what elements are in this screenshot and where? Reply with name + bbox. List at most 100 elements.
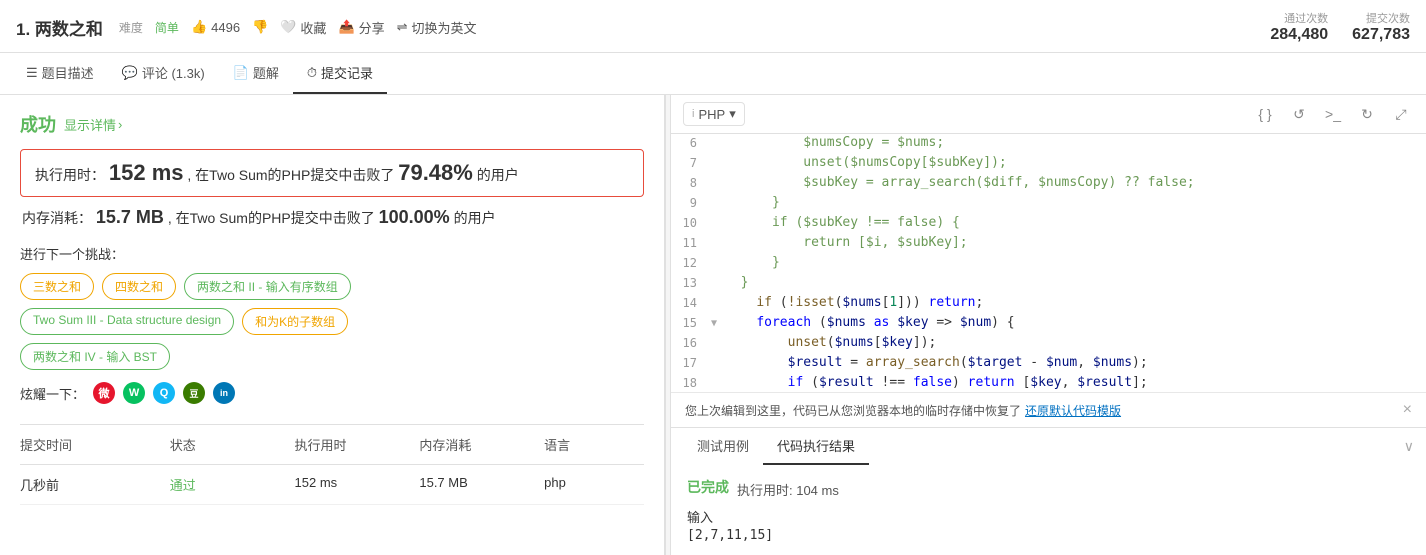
table-header: 提交时间 状态 执行用时 内存消耗 语言 — [20, 425, 644, 465]
left-panel: 成功 显示详情 › 执行用时： 152 ms , 在Two Sum的PHP提交中… — [0, 95, 665, 555]
pass-count-label: 通过次数 — [1284, 10, 1328, 26]
tag-4sum[interactable]: 四数之和 — [102, 273, 176, 300]
solutions-icon: 📄 — [233, 65, 249, 81]
col-status: 状态 — [170, 435, 295, 454]
success-label: 成功 — [20, 111, 56, 137]
tab-code-result[interactable]: 代码执行结果 — [763, 428, 869, 465]
challenge-title: 进行下一个挑战： — [20, 244, 644, 263]
code-line-6: 6 $numsCopy = $nums; — [671, 134, 1426, 154]
translate-icon: ⇌ — [397, 19, 408, 35]
code-line-13: 13 } — [671, 274, 1426, 294]
tag-3sum[interactable]: 三数之和 — [20, 273, 94, 300]
challenge-tags-row2: Two Sum III - Data structure design 和为K的… — [20, 308, 644, 335]
notification-text: 您上次编辑到这里，代码已从您浏览器本地的临时存储中恢复了 — [685, 402, 1021, 419]
tag-two-sum-iii[interactable]: Two Sum III - Data structure design — [20, 308, 234, 335]
terminal-icon[interactable]: >_ — [1320, 101, 1346, 127]
tag-2sum-sorted[interactable]: 两数之和 II - 输入有序数组 — [184, 273, 351, 300]
challenge-tags-row1: 三数之和 四数之和 两数之和 II - 输入有序数组 — [20, 273, 644, 300]
notification-close-button[interactable]: × — [1403, 401, 1412, 419]
exec-percent: 79.48% — [398, 160, 473, 185]
like-button[interactable]: 👍 4496 — [191, 19, 240, 35]
row-mem: 15.7 MB — [419, 475, 544, 494]
challenge-tags-row3: 两数之和 IV - 输入 BST — [20, 343, 644, 370]
code-line-12: 12 } — [671, 254, 1426, 274]
submit-count-label: 提交次数 — [1366, 10, 1410, 26]
result-exec-time: 执行用时: 104 ms — [737, 480, 839, 499]
code-line-15: 15 ▼ foreach ($nums as $key => $num) { — [671, 314, 1426, 334]
qq-icon[interactable]: Q — [153, 382, 175, 404]
share-button[interactable]: 📤 分享 — [338, 18, 384, 37]
format-code-icon[interactable]: { } — [1252, 101, 1278, 127]
difficulty-badge: 简单 — [155, 19, 179, 36]
linkedin-icon[interactable]: in — [213, 382, 235, 404]
tab-submissions[interactable]: ⏱ 提交记录 — [293, 53, 387, 94]
tab-description[interactable]: ☰ 题目描述 — [12, 53, 108, 94]
code-line-16: 16 unset($nums[$key]); — [671, 334, 1426, 354]
code-line-14: 14 if (!isset($nums[1])) return; — [671, 294, 1426, 314]
pass-count-stat: 通过次数 284,480 — [1270, 10, 1328, 44]
share-label: 炫耀一下： — [20, 384, 85, 403]
chevron-down-icon: ▾ — [729, 106, 736, 122]
exec-time-box: 执行用时： 152 ms , 在Two Sum的PHP提交中击败了 79.48%… — [20, 149, 644, 197]
tag-2sum-bst[interactable]: 两数之和 IV - 输入 BST — [20, 343, 170, 370]
code-line-18: 18 if ($result !== false) return [$key, … — [671, 374, 1426, 392]
result-input-label: 输入 — [687, 507, 713, 526]
expand-icon[interactable]: ∨ — [1404, 438, 1414, 455]
restore-link[interactable]: 还原默认代码模版 — [1025, 402, 1121, 419]
col-exec: 执行用时 — [295, 435, 420, 454]
wechat-icon[interactable]: W — [123, 382, 145, 404]
tab-bar: ☰ 题目描述 💬 评论 (1.3k) 📄 题解 ⏱ 提交记录 — [0, 53, 1426, 95]
table-row[interactable]: 几秒前 通过 152 ms 15.7 MB php — [20, 465, 644, 505]
tab-comments[interactable]: 💬 评论 (1.3k) — [108, 53, 219, 94]
code-toolbar: i PHP ▾ { } ↺ >_ ↻ ⤢ — [671, 95, 1426, 134]
result-area: 已完成 执行用时: 104 ms 输入 [2,7,11,15] — [671, 465, 1426, 555]
bottom-tabs: 测试用例 代码执行结果 ∨ — [671, 427, 1426, 465]
tab-solutions[interactable]: 📄 题解 — [219, 53, 293, 94]
chevron-right-icon: › — [118, 117, 122, 132]
code-line-9: 9 } — [671, 194, 1426, 214]
code-line-11: 11 return [$i, $subKey]; — [671, 234, 1426, 254]
restore-icon[interactable]: ↺ — [1286, 101, 1312, 127]
row-time: 几秒前 — [20, 475, 170, 494]
thumbs-down-icon: 👎 — [252, 19, 268, 35]
pass-count-value: 284,480 — [1270, 26, 1328, 44]
success-bar: 成功 显示详情 › — [20, 111, 644, 137]
language-selector[interactable]: i PHP ▾ — [683, 102, 745, 126]
mem-value: 15.7 MB — [96, 207, 164, 227]
toolbar-actions: { } ↺ >_ ↻ ⤢ — [1252, 101, 1414, 127]
dislike-button[interactable]: 👎 — [252, 19, 268, 35]
info-icon: i — [692, 108, 694, 120]
row-exec: 152 ms — [295, 475, 420, 494]
right-panel: i PHP ▾ { } ↺ >_ ↻ ⤢ 6 $numsCop — [671, 95, 1426, 555]
description-icon: ☰ — [26, 65, 38, 81]
submit-count-stat: 提交次数 627,783 — [1352, 10, 1410, 44]
switch-lang-button[interactable]: ⇌ 切换为英文 — [397, 18, 477, 37]
tag-subarray-sum[interactable]: 和为K的子数组 — [242, 308, 348, 335]
code-editor-area[interactable]: 6 $numsCopy = $nums; 7 unset($numsCopy[$… — [671, 134, 1426, 392]
tab-test-cases[interactable]: 测试用例 — [683, 428, 763, 465]
submissions-table: 提交时间 状态 执行用时 内存消耗 语言 几秒前 通过 152 ms 15.7 … — [20, 424, 644, 505]
thumbs-up-icon: 👍 — [191, 19, 207, 35]
col-lang: 语言 — [544, 435, 644, 454]
col-time: 提交时间 — [20, 435, 170, 454]
language-label: PHP — [698, 107, 725, 122]
problem-title: 1. 两数之和 — [16, 15, 103, 40]
result-input-value: [2,7,11,15] — [687, 528, 773, 543]
code-line-7: 7 unset($numsCopy[$subKey]); — [671, 154, 1426, 174]
submit-count-value: 627,783 — [1352, 26, 1410, 44]
code-line-17: 17 $result = array_search($target - $num… — [671, 354, 1426, 374]
heart-icon: 🤍 — [280, 19, 296, 35]
exec-time-value: 152 ms — [109, 160, 184, 185]
row-lang: php — [544, 475, 644, 494]
douban-icon[interactable]: 豆 — [183, 382, 205, 404]
detail-link[interactable]: 显示详情 › — [64, 115, 122, 134]
collect-button[interactable]: 🤍 收藏 — [280, 18, 326, 37]
refresh-icon[interactable]: ↻ — [1354, 101, 1380, 127]
fullscreen-icon[interactable]: ⤢ — [1388, 101, 1414, 127]
col-mem: 内存消耗 — [419, 435, 544, 454]
submissions-icon: ⏱ — [307, 65, 317, 81]
code-notification: 您上次编辑到这里，代码已从您浏览器本地的临时存储中恢复了 还原默认代码模版 × — [671, 392, 1426, 427]
weibo-icon[interactable]: 微 — [93, 382, 115, 404]
mem-percent: 100.00% — [379, 207, 450, 227]
share-icon: 📤 — [338, 19, 354, 35]
